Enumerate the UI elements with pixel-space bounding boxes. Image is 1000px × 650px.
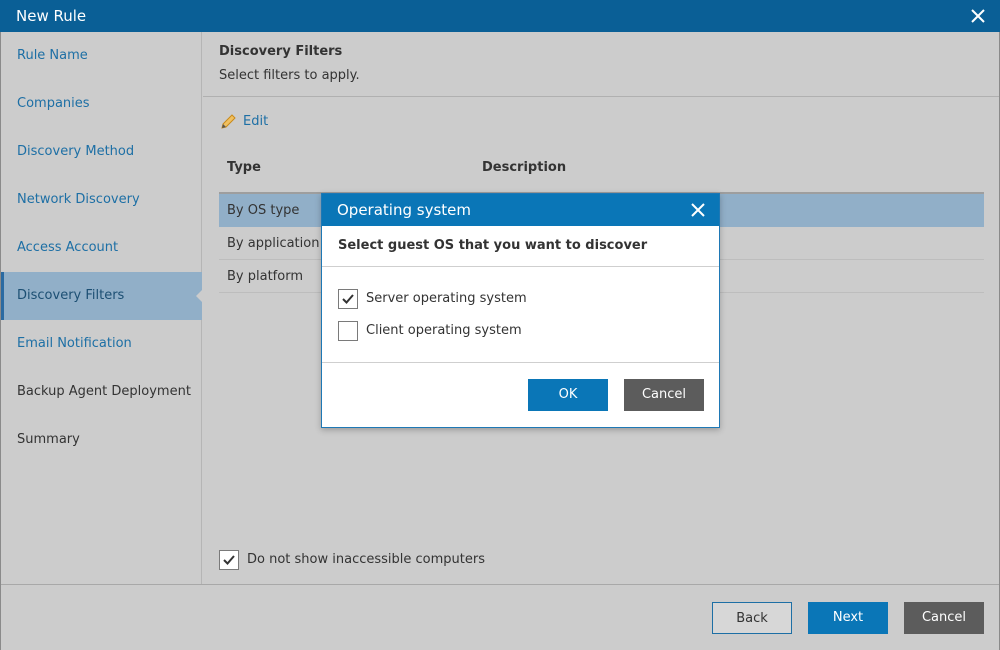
dialog-divider <box>322 362 719 363</box>
client-os-checkbox[interactable] <box>338 321 358 341</box>
dialog-header: Operating system <box>322 194 719 226</box>
sidebar-item-email-notification[interactable]: Email Notification <box>1 320 202 368</box>
dialog-cancel-button[interactable]: Cancel <box>624 379 704 411</box>
checkmark-icon <box>342 294 354 304</box>
edit-label: Edit <box>243 114 269 129</box>
dialog-subtitle: Select guest OS that you want to discove… <box>338 238 648 253</box>
page-title: Discovery Filters <box>219 44 343 59</box>
sidebar-item-summary: Summary <box>1 416 202 464</box>
sidebar-item-label: Backup Agent Deployment <box>17 384 191 399</box>
dialog-divider <box>322 266 719 267</box>
pencil-icon <box>219 113 237 131</box>
sidebar-item-backup-agent-deployment: Backup Agent Deployment <box>1 368 202 416</box>
hide-inaccessible-label: Do not show inaccessible computers <box>247 552 485 567</box>
close-icon[interactable] <box>689 201 707 219</box>
window-title: New Rule <box>16 7 87 25</box>
hide-inaccessible-checkbox[interactable] <box>219 550 239 570</box>
sidebar-item-network-discovery[interactable]: Network Discovery <box>1 176 202 224</box>
sidebar-item-label: Discovery Filters <box>17 288 125 303</box>
cancel-button[interactable]: Cancel <box>904 602 984 634</box>
sidebar-item-label: Access Account <box>17 240 119 255</box>
sidebar-item-label: Rule Name <box>17 48 88 63</box>
sidebar-item-access-account[interactable]: Access Account <box>1 224 202 272</box>
table-cell-type: By application <box>227 236 320 251</box>
sidebar-item-label: Summary <box>17 432 80 447</box>
sidebar-item-discovery-filters[interactable]: Discovery Filters <box>1 272 203 320</box>
table-cell-type: By OS type <box>227 203 300 218</box>
server-os-checkbox[interactable] <box>338 289 358 309</box>
client-os-label: Client operating system <box>366 323 522 338</box>
checkmark-icon <box>223 555 235 565</box>
back-button[interactable]: Back <box>712 602 792 634</box>
sidebar-item-label: Companies <box>17 96 90 111</box>
dialog-title: Operating system <box>337 201 471 219</box>
sidebar-item-label: Email Notification <box>17 336 132 351</box>
sidebar-item-label: Discovery Method <box>17 144 135 159</box>
page-header: Discovery Filters Select filters to appl… <box>203 32 999 97</box>
ok-button[interactable]: OK <box>528 379 608 411</box>
sidebar-item-companies[interactable]: Companies <box>1 80 202 128</box>
page-subtitle: Select filters to apply. <box>219 68 360 83</box>
table-cell-type: By platform <box>227 269 303 284</box>
sidebar-item-discovery-method[interactable]: Discovery Method <box>1 128 202 176</box>
wizard-steps-sidebar: Rule Name Companies Discovery Method Net… <box>1 32 203 584</box>
sidebar-item-label: Network Discovery <box>17 192 140 207</box>
next-button[interactable]: Next <box>808 602 888 634</box>
window-title-bar: New Rule <box>0 0 1000 32</box>
column-header-description: Description <box>482 160 567 175</box>
server-os-label: Server operating system <box>366 291 527 306</box>
operating-system-dialog: Operating system Select guest OS that yo… <box>321 193 720 428</box>
column-header-type: Type <box>227 160 261 175</box>
close-icon[interactable] <box>968 6 988 26</box>
wizard-footer: Back Next Cancel <box>1 584 999 650</box>
sidebar-item-rule-name[interactable]: Rule Name <box>1 32 202 80</box>
